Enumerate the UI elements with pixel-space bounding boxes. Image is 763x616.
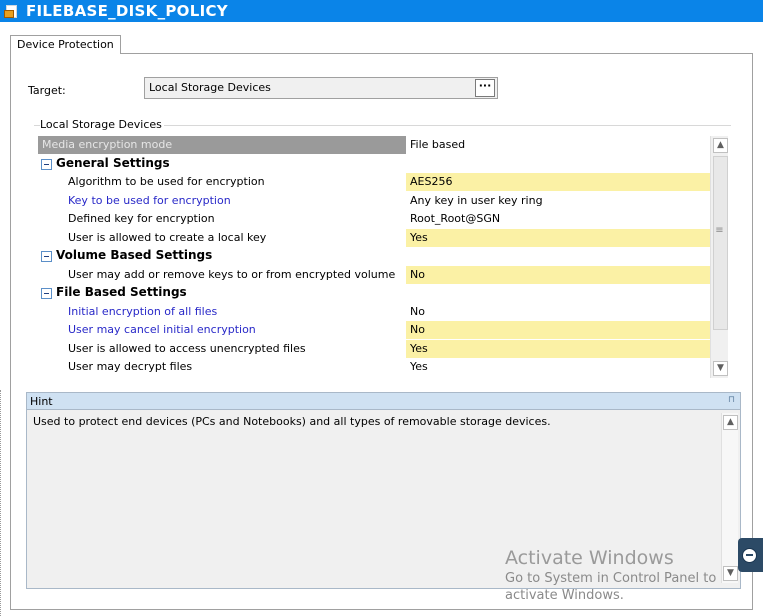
policy-lock-icon <box>4 5 18 18</box>
property-name: User may cancel initial encryption <box>68 323 256 336</box>
tab-device-protection[interactable]: Device Protection <box>10 35 121 54</box>
property-row[interactable]: Default initial encryption keyRoot_Root@… <box>38 377 710 378</box>
property-row[interactable]: User is allowed to create a local key Yes <box>38 229 710 247</box>
property-row[interactable]: Initial encryption of all files No <box>38 303 710 321</box>
title-bar: FILEBASE_DISK_POLICY <box>0 0 763 22</box>
property-row[interactable]: Key to be used for encryption Any key in … <box>38 192 710 210</box>
property-name: User may add or remove keys to or from e… <box>68 268 396 281</box>
property-row[interactable]: User may decrypt files Yes <box>38 358 710 376</box>
category-label: General Settings <box>56 156 170 170</box>
property-value[interactable]: Root_Root@SGN <box>406 377 710 378</box>
hint-header: Hint ⊓ <box>27 393 740 410</box>
property-name: User is allowed to create a local key <box>68 231 267 244</box>
hint-title: Hint <box>30 395 53 408</box>
property-row[interactable]: Defined key for encryption Root_Root@SGN <box>38 210 710 228</box>
scroll-grip-icon: ≡ <box>715 225 724 236</box>
chevron-down-icon[interactable]: ▼ <box>713 361 728 376</box>
property-value[interactable]: AES256 <box>406 173 710 191</box>
chevron-up-icon[interactable]: ▲ <box>723 415 738 430</box>
hint-text: Used to protect end devices (PCs and Not… <box>33 415 551 428</box>
collapse-minus-icon[interactable] <box>41 288 52 299</box>
teamviewer-widget[interactable] <box>738 538 763 572</box>
grid-scrollbar[interactable]: ▲ ≡ ▼ <box>710 136 728 378</box>
collapse-minus-icon[interactable] <box>41 251 52 262</box>
chevron-up-icon[interactable]: ▲ <box>713 138 728 153</box>
property-name: Initial encryption of all files <box>68 305 218 318</box>
property-name: Algorithm to be used for encryption <box>68 175 265 188</box>
property-row[interactable]: Algorithm to be used for encryption AES25… <box>38 173 710 191</box>
property-name: User is allowed to access unencrypted fi… <box>68 342 306 355</box>
property-value[interactable]: Yes <box>406 229 710 247</box>
category-label: File Based Settings <box>56 285 187 299</box>
collapse-minus-icon[interactable] <box>41 159 52 170</box>
category-row[interactable]: General Settings <box>38 155 710 173</box>
property-row[interactable]: User may cancel initial encryption No <box>38 321 710 339</box>
property-value[interactable]: No <box>406 321 710 339</box>
hint-scrollbar[interactable]: ▲ ▼ <box>721 413 738 583</box>
watermark-line-3: activate Windows. <box>505 588 624 603</box>
activation-watermark: Activate Windows Go to System in Control… <box>505 547 716 603</box>
group-legend: Local Storage Devices <box>40 118 164 131</box>
property-row[interactable]: User may add or remove keys to or from e… <box>38 266 710 284</box>
property-value[interactable]: Yes <box>406 358 710 376</box>
property-row[interactable]: User is allowed to access unencrypted fi… <box>38 340 710 358</box>
chevron-down-icon[interactable]: ▼ <box>723 566 738 581</box>
property-name: Key to be used for encryption <box>68 194 231 207</box>
category-row[interactable]: File Based Settings <box>38 284 710 302</box>
property-value[interactable]: File based <box>406 136 710 154</box>
window-title: FILEBASE_DISK_POLICY <box>26 2 228 20</box>
category-label: Volume Based Settings <box>56 248 213 262</box>
property-name: User may decrypt files <box>68 360 193 373</box>
property-value[interactable]: Root_Root@SGN <box>406 210 710 228</box>
property-grid[interactable]: Media encryption mode File based General S… <box>38 136 710 378</box>
property-value[interactable]: No <box>406 266 710 284</box>
watermark-line-1: Activate Windows <box>505 547 674 569</box>
property-row[interactable]: Media encryption mode File based <box>38 136 710 154</box>
property-value[interactable]: Yes <box>406 340 710 358</box>
pin-icon[interactable]: ⊓ <box>728 395 736 405</box>
watermark-line-2: Go to System in Control Panel to <box>505 571 717 586</box>
target-field[interactable]: Local Storage Devices ··· <box>144 77 498 99</box>
property-name: Defined key for encryption <box>68 212 215 225</box>
scroll-thumb[interactable] <box>713 156 728 330</box>
target-value: Local Storage Devices <box>149 81 271 94</box>
property-value[interactable]: Any key in user key ring <box>406 192 710 210</box>
teamviewer-icon <box>742 548 757 563</box>
browse-button[interactable]: ··· <box>475 79 495 97</box>
property-name: Media encryption mode <box>42 138 173 151</box>
property-value[interactable]: No <box>406 303 710 321</box>
category-row[interactable]: Volume Based Settings <box>38 247 710 265</box>
target-label: Target: <box>28 84 66 97</box>
left-edge-divider <box>0 390 3 616</box>
